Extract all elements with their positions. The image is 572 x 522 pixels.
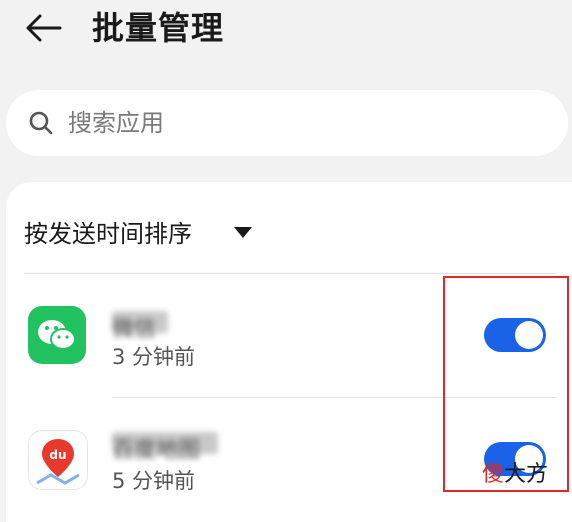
app-time: 3 分钟前 [112,345,196,369]
search-icon [29,111,53,135]
back-arrow-icon[interactable] [22,6,66,50]
caret-down-icon[interactable] [234,227,252,238]
app-name: 微信 [112,311,168,342]
app-name: 百度地图 [112,432,218,463]
search-placeholder: 搜索应用 [68,109,164,137]
watermark-part2: 大方 [504,462,549,487]
page-title: 批量管理 [92,9,225,47]
app-header: 批量管理 [0,0,572,70]
baidu-map-icon: du [28,430,88,490]
sort-dropdown[interactable]: 按发送时间排序 [24,216,192,252]
search-bar[interactable]: 搜索应用 [6,90,568,156]
wechat-icon [28,306,86,364]
divider [24,273,556,274]
app-time: 5 分钟前 [112,469,196,493]
watermark: 傻大方 [482,460,548,490]
svg-text:du: du [49,448,66,462]
watermark-part1: 傻 [482,462,505,487]
